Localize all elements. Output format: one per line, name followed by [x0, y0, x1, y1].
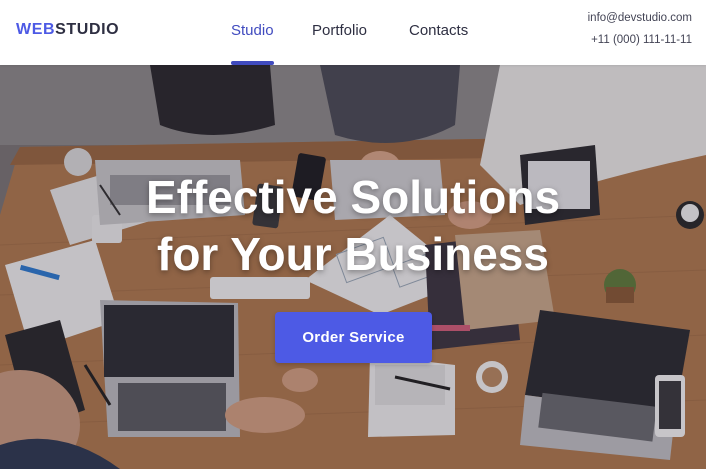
hero-title-line1: Effective Solutions: [145, 171, 561, 223]
email-link[interactable]: info@devstudio.com: [588, 12, 692, 24]
hero-section: Effective Solutions for Your Business Or…: [0, 65, 706, 469]
phone-link[interactable]: +11 (000) 111-11-11: [588, 34, 692, 46]
order-service-button[interactable]: Order Service: [275, 312, 432, 363]
logo-web: WEB: [16, 21, 56, 38]
nav-portfolio[interactable]: Portfolio: [312, 0, 367, 65]
nav-studio[interactable]: Studio: [231, 0, 274, 65]
hero-title: Effective Solutions for Your Business: [0, 169, 706, 283]
logo-studio: STUDIO: [55, 21, 120, 38]
nav-contacts[interactable]: Contacts: [409, 0, 468, 65]
logo[interactable]: WEBSTUDIO: [16, 21, 119, 39]
site-header: WEBSTUDIO Studio Portfolio Contacts info…: [0, 0, 706, 65]
hero-title-line2: for Your Business: [157, 228, 549, 280]
header-contacts: info@devstudio.com +11 (000) 111-11-11: [588, 12, 692, 46]
